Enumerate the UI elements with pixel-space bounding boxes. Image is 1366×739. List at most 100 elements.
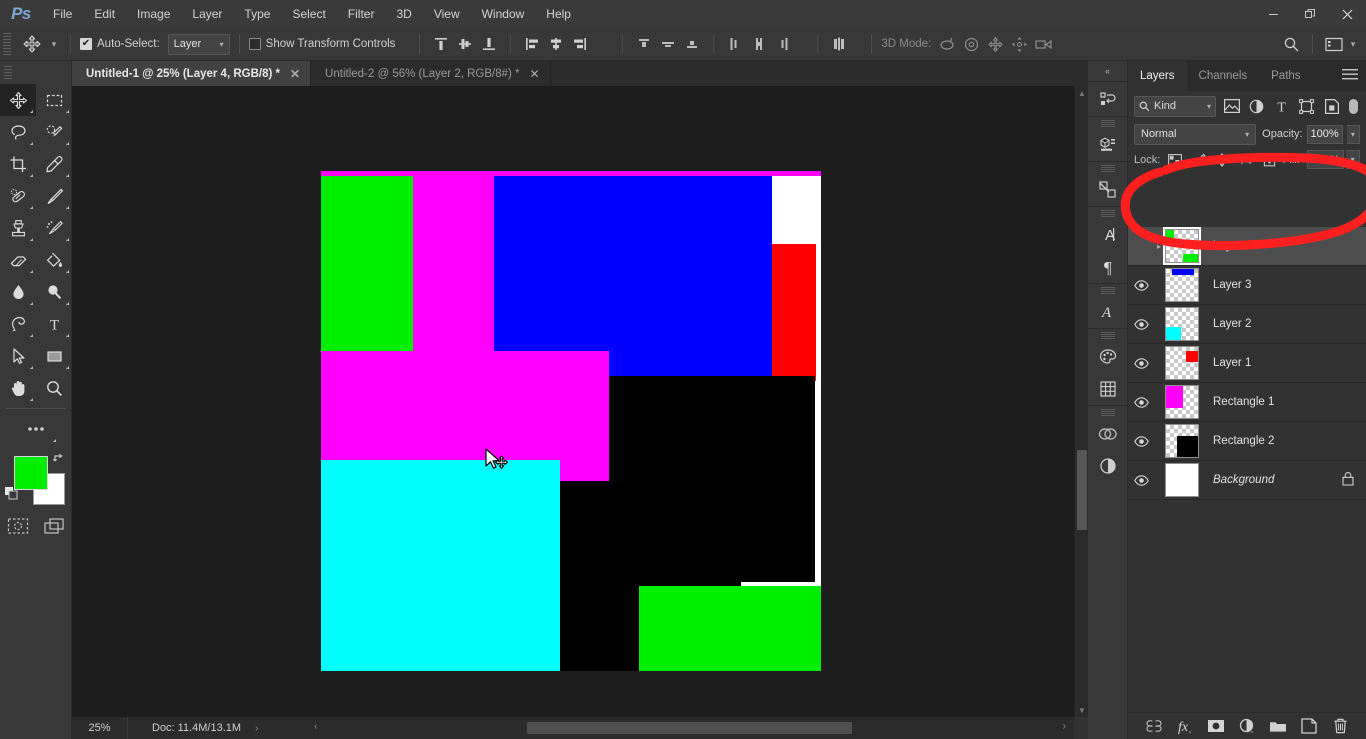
align-left-edges-button[interactable] bbox=[520, 32, 544, 56]
menu-item-help[interactable]: Help bbox=[535, 0, 582, 28]
quick-selection-tool[interactable] bbox=[36, 116, 72, 148]
document-tab-1[interactable]: Untitled-1 @ 25% (Layer 4, RGB/8) * ✕ bbox=[72, 61, 312, 86]
move-tool-icon[interactable] bbox=[17, 31, 47, 57]
show-transform-check-box[interactable] bbox=[248, 38, 261, 50]
document-tab-2[interactable]: Untitled-2 @ 56% (Layer 2, RGB/8#) * ✕ bbox=[311, 61, 551, 86]
rail-grip[interactable] bbox=[1100, 332, 1115, 339]
filter-shape-icon[interactable] bbox=[1297, 97, 1316, 116]
foreground-color-swatch[interactable] bbox=[14, 456, 48, 490]
default-colors-icon[interactable] bbox=[4, 486, 20, 505]
layer-visibility-eye-icon[interactable] bbox=[1128, 461, 1154, 500]
new-group-icon[interactable] bbox=[1268, 716, 1288, 736]
lock-artboard-nesting-icon[interactable] bbox=[1235, 150, 1257, 170]
zoom-tool[interactable] bbox=[36, 372, 72, 404]
spot-healing-brush-tool[interactable] bbox=[0, 180, 36, 212]
restore-button[interactable] bbox=[1292, 0, 1329, 28]
scroll-right-arrow-icon[interactable]: › bbox=[1063, 721, 1066, 732]
new-layer-icon[interactable] bbox=[1299, 716, 1319, 736]
rail-grip[interactable] bbox=[1100, 287, 1115, 294]
vertical-scroll-thumb[interactable] bbox=[1077, 450, 1087, 530]
layer-thumbnail[interactable] bbox=[1165, 463, 1199, 497]
orbit-3d-icon[interactable] bbox=[935, 32, 959, 56]
filter-kind-dropdown[interactable]: Kind ▾ bbox=[1134, 95, 1216, 117]
menu-item-3d[interactable]: 3D bbox=[385, 0, 422, 28]
panel-tab-paths[interactable]: Paths bbox=[1259, 61, 1312, 91]
menu-item-window[interactable]: Window bbox=[471, 0, 536, 28]
layer-thumbnail[interactable] bbox=[1165, 307, 1199, 341]
lock-all-icon[interactable] bbox=[1259, 150, 1281, 170]
filter-pixel-icon[interactable] bbox=[1222, 97, 1241, 116]
arrange-documents-icon[interactable] bbox=[1322, 32, 1346, 56]
layer-row[interactable]: Rectangle 1 bbox=[1128, 383, 1366, 422]
rail-grip[interactable] bbox=[1100, 120, 1115, 127]
swap-colors-icon[interactable] bbox=[52, 453, 66, 470]
close-tab-icon[interactable]: ✕ bbox=[530, 67, 540, 81]
zoom-level[interactable]: 25% bbox=[72, 717, 128, 739]
menu-item-edit[interactable]: Edit bbox=[83, 0, 126, 28]
auto-select-dropdown[interactable]: Layer ▾ bbox=[167, 33, 230, 55]
layer-row[interactable]: Background bbox=[1128, 461, 1366, 500]
distribute-horizontal-centers-button[interactable] bbox=[747, 32, 771, 56]
new-fill-adjustment-icon[interactable] bbox=[1237, 716, 1257, 736]
show-transform-controls-checkbox[interactable]: Show Transform Controls bbox=[248, 38, 395, 50]
layer-style-fx-icon[interactable]: fx bbox=[1175, 716, 1195, 736]
lock-position-icon[interactable] bbox=[1212, 150, 1234, 170]
filter-adjustment-icon[interactable] bbox=[1247, 97, 1266, 116]
align-right-edges-button[interactable] bbox=[568, 32, 592, 56]
minimize-button[interactable] bbox=[1255, 0, 1292, 28]
distribute-right-edges-button[interactable] bbox=[771, 32, 795, 56]
align-bottom-edges-button[interactable] bbox=[477, 32, 501, 56]
menu-item-layer[interactable]: Layer bbox=[181, 0, 233, 28]
align-vertical-centers-button[interactable] bbox=[453, 32, 477, 56]
rectangle-shape-tool[interactable] bbox=[36, 340, 72, 372]
auto-align-layers-button[interactable] bbox=[827, 32, 851, 56]
scroll-down-arrow-icon[interactable]: ▼ bbox=[1075, 703, 1089, 717]
color-icon[interactable] bbox=[1088, 341, 1128, 373]
menu-item-view[interactable]: View bbox=[423, 0, 471, 28]
history-icon[interactable] bbox=[1088, 84, 1128, 116]
layer-thumbnail[interactable] bbox=[1165, 385, 1199, 419]
search-icon[interactable] bbox=[1279, 32, 1303, 56]
layer-mask-icon[interactable] bbox=[1206, 716, 1226, 736]
zoom-3d-camera-icon[interactable] bbox=[1031, 32, 1055, 56]
rail-grip[interactable] bbox=[1100, 409, 1115, 416]
fill-value[interactable]: 100% bbox=[1306, 150, 1345, 169]
layer-visibility-eye-icon[interactable] bbox=[1128, 266, 1154, 305]
layer-row[interactable]: ▸ Layer 4 bbox=[1128, 227, 1366, 266]
delete-layer-icon[interactable] bbox=[1330, 716, 1350, 736]
auto-select-checkbox[interactable]: Auto-Select: bbox=[80, 38, 160, 50]
paragraph-icon[interactable]: ¶ bbox=[1088, 251, 1128, 283]
layer-thumbnail[interactable] bbox=[1165, 346, 1199, 380]
layer-thumbnail[interactable] bbox=[1165, 268, 1199, 302]
horizontal-type-tool[interactable]: T bbox=[36, 308, 72, 340]
opacity-caret-icon[interactable]: ▾ bbox=[1346, 124, 1360, 144]
layer-list[interactable]: ▸ Layer 4 Layer 3 Layer 2 Layer 1 Rectangle 1… bbox=[1128, 227, 1366, 739]
layer-row[interactable]: Layer 1 bbox=[1128, 344, 1366, 383]
menu-item-type[interactable]: Type bbox=[233, 0, 281, 28]
edit-toolbar-more[interactable] bbox=[0, 413, 72, 445]
pen-tool[interactable] bbox=[0, 308, 36, 340]
scroll-up-arrow-icon[interactable]: ▲ bbox=[1075, 86, 1089, 100]
slide-3d-icon[interactable] bbox=[1007, 32, 1031, 56]
distribute-bottom-edges-button[interactable] bbox=[680, 32, 704, 56]
panel-tab-layers[interactable]: Layers bbox=[1128, 61, 1187, 91]
3d-properties-icon[interactable] bbox=[1088, 129, 1128, 161]
layer-row[interactable]: Layer 3 bbox=[1128, 266, 1366, 305]
brush-tool[interactable] bbox=[36, 180, 72, 212]
layer-thumbnail[interactable] bbox=[1165, 424, 1199, 458]
rectangular-marquee-tool[interactable] bbox=[36, 84, 72, 116]
opacity-value[interactable]: 100% bbox=[1306, 124, 1343, 144]
menu-item-file[interactable]: File bbox=[42, 0, 83, 28]
rail-grip[interactable] bbox=[1100, 165, 1115, 172]
status-expand-caret-icon[interactable]: › bbox=[255, 723, 258, 734]
roll-3d-icon[interactable] bbox=[959, 32, 983, 56]
workspace-caret-icon[interactable]: ▾ bbox=[1346, 39, 1360, 50]
eyedropper-tool[interactable] bbox=[36, 148, 72, 180]
character-styles-icon[interactable]: A bbox=[1088, 296, 1128, 328]
adjustments-panel-icon[interactable] bbox=[1088, 450, 1128, 482]
layer-row[interactable]: Rectangle 2 bbox=[1128, 422, 1366, 461]
layer-visibility-eye-icon[interactable] bbox=[1128, 383, 1154, 422]
close-tab-icon[interactable]: ✕ bbox=[290, 67, 300, 81]
auto-select-check-box[interactable] bbox=[80, 38, 92, 50]
distribute-vertical-centers-button[interactable] bbox=[656, 32, 680, 56]
